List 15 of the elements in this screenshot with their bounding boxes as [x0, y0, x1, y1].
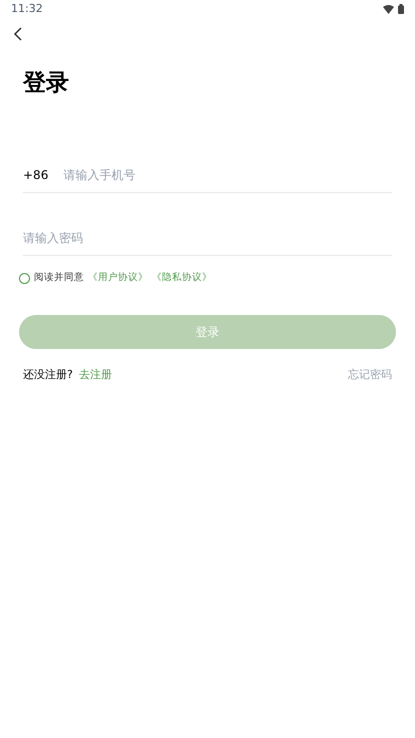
register-link[interactable]: 去注册: [78, 367, 112, 384]
page-title: 登录: [23, 69, 69, 98]
status-time: 11:32: [11, 0, 43, 17]
phone-input[interactable]: 请输入手机号: [63, 166, 392, 184]
wifi-icon: [383, 4, 394, 14]
password-input[interactable]: 请输入密码: [23, 229, 392, 247]
battery-icon: [398, 4, 404, 14]
privacy-policy-link[interactable]: 《隐私协议》: [152, 270, 212, 286]
country-code[interactable]: +86: [23, 166, 48, 184]
register-prompt: 还没注册?: [23, 367, 73, 383]
forgot-password-link[interactable]: 忘记密码: [348, 367, 392, 384]
user-agreement-link[interactable]: 《用户协议》: [88, 270, 148, 286]
agreement-checkbox[interactable]: [19, 272, 30, 284]
back-button[interactable]: [13, 27, 23, 41]
agreement-text: 阅读并同意: [34, 270, 84, 285]
